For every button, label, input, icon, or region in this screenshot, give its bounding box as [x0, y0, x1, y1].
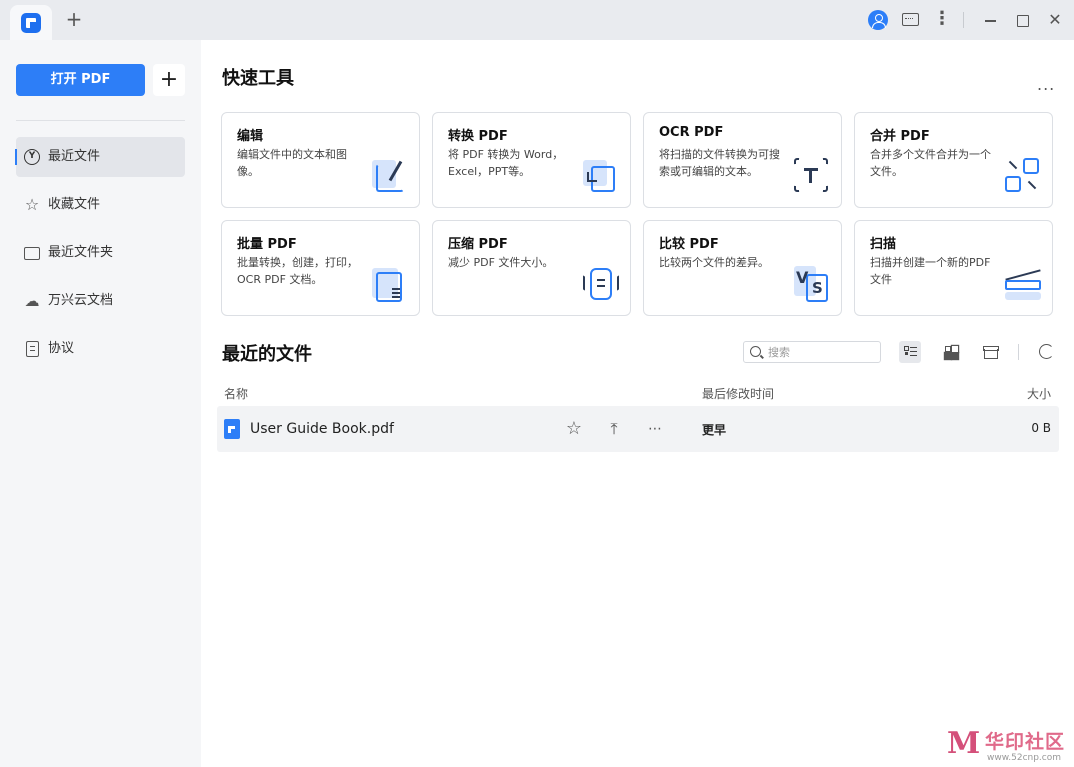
grid-view-icon[interactable] [940, 341, 962, 363]
tool-card-title: 批量 PDF [237, 237, 297, 252]
sidebar-item-recent-folders[interactable]: 最近文件夹 [16, 233, 185, 273]
tool-card-title: 合并 PDF [870, 129, 930, 144]
more-vertical-icon[interactable]: ⋮ [932, 10, 952, 30]
merge-icon [1005, 158, 1041, 194]
compare-icon: V S [794, 266, 830, 302]
sidebar-item-label: 万兴云文档 [48, 293, 114, 308]
search-icon [750, 346, 761, 357]
batch-icon [372, 266, 408, 302]
tool-card-description: 编辑文件中的文本和图像。 [237, 148, 347, 178]
tool-card-description: 扫描并创建一个新的PDF 文件 [870, 256, 991, 286]
tool-card-description: 将 PDF 转换为 Word，Excel，PPT等。 [448, 148, 564, 178]
tool-card-title: 扫描 [870, 237, 897, 252]
folder-icon [24, 247, 40, 260]
tool-card-ocr[interactable]: OCR PDF 将扫描的文件转换为可搜索或可编辑的文本。 [643, 112, 842, 208]
sidebar-item-label: 最近文件 [48, 149, 101, 164]
sidebar-item-cloud-docs[interactable]: ☁ 万兴云文档 [16, 281, 185, 321]
tool-card-description: 将扫描的文件转换为可搜索或可编辑的文本。 [659, 148, 780, 178]
watermark: M 华印社区 www.52cnp.com [945, 725, 1070, 765]
sidebar-item-label: 最近文件夹 [48, 245, 114, 260]
title-bar: + ⋮ ✕ [0, 0, 1074, 40]
sidebar: 打开 PDF + Y 最近文件 ☆ 收藏文件 最近文件夹 ☁ 万兴云文档 协议 [0, 40, 201, 767]
compress-icon [583, 266, 619, 302]
pin-to-top-icon[interactable]: ⤒ [604, 419, 624, 439]
minimize-icon[interactable] [980, 10, 1000, 30]
cloud-icon: ☁ [24, 292, 40, 310]
pdf-file-icon [224, 419, 240, 439]
account-icon[interactable] [868, 10, 888, 30]
tool-card-title: 比较 PDF [659, 237, 719, 252]
home-tab[interactable] [10, 5, 52, 40]
trash-icon[interactable] [979, 341, 1001, 363]
table-row[interactable]: User Guide Book.pdf ☆ ⤒ ⋯ 更早 0 B [217, 406, 1059, 452]
tool-card-description: 批量转换，创建，打印，OCR PDF 文档。 [237, 256, 358, 286]
watermark-text: 华印社区 [985, 731, 1066, 753]
edit-icon [372, 158, 408, 194]
tool-card-description: 减少 PDF 文件大小。 [448, 256, 554, 269]
tool-card-title: 编辑 [237, 129, 264, 144]
file-size: 0 B [1031, 421, 1051, 435]
sidebar-divider [16, 120, 185, 121]
file-modified: 更早 [702, 423, 727, 437]
new-tab-button[interactable]: + [64, 9, 84, 29]
sidebar-item-label: 收藏文件 [48, 197, 101, 212]
create-new-button[interactable]: + [153, 64, 185, 96]
search-box[interactable] [743, 341, 881, 363]
tool-card-title: 压缩 PDF [448, 237, 508, 252]
refresh-icon[interactable] [1039, 344, 1054, 359]
document-icon [26, 341, 39, 357]
watermark-url: www.52cnp.com [987, 753, 1062, 763]
toolbar-divider [1018, 344, 1019, 360]
file-name: User Guide Book.pdf [250, 421, 394, 437]
ocr-icon [792, 156, 830, 194]
app-logo-icon [21, 13, 41, 33]
tool-card-edit[interactable]: 编辑 编辑文件中的文本和图像。 [221, 112, 420, 208]
scanner-icon [1005, 266, 1041, 302]
tool-card-compress[interactable]: 压缩 PDF 减少 PDF 文件大小。 [432, 220, 631, 316]
column-header-size[interactable]: 大小 [1027, 385, 1051, 402]
sidebar-item-label: 协议 [48, 341, 75, 356]
clock-icon: Y [24, 149, 40, 165]
more-horizontal-icon[interactable]: ⋯ [645, 419, 665, 439]
open-pdf-button[interactable]: 打开 PDF [16, 64, 145, 96]
maximize-icon[interactable] [1012, 10, 1032, 30]
star-icon[interactable]: ☆ [564, 419, 584, 439]
tool-card-description: 合并多个文件合并为一个文件。 [870, 148, 991, 178]
star-icon: ☆ [24, 195, 40, 214]
quick-tools-title: 快速工具 [222, 68, 294, 89]
watermark-logo-icon: M [947, 726, 981, 761]
tool-card-title: OCR PDF [659, 125, 724, 140]
column-header-name[interactable]: 名称 [224, 385, 248, 402]
convert-icon [583, 158, 619, 194]
tool-card-description: 比较两个文件的差异。 [659, 256, 769, 269]
feedback-icon[interactable] [900, 10, 920, 30]
tool-card-title: 转换 PDF [448, 129, 508, 144]
tool-card-batch[interactable]: 批量 PDF 批量转换，创建，打印，OCR PDF 文档。 [221, 220, 420, 316]
tool-card-scan[interactable]: 扫描 扫描并创建一个新的PDF 文件 [854, 220, 1053, 316]
titlebar-divider [963, 12, 964, 28]
sidebar-item-agreement[interactable]: 协议 [16, 329, 185, 369]
close-icon[interactable]: ✕ [1045, 10, 1065, 30]
tool-card-compare[interactable]: 比较 PDF 比较两个文件的差异。 V S [643, 220, 842, 316]
sidebar-item-starred-files[interactable]: ☆ 收藏文件 [16, 185, 185, 225]
tool-card-convert[interactable]: 转换 PDF 将 PDF 转换为 Word，Excel，PPT等。 [432, 112, 631, 208]
column-header-modified[interactable]: 最后修改时间 [702, 385, 774, 402]
tool-card-merge[interactable]: 合并 PDF 合并多个文件合并为一个文件。 [854, 112, 1053, 208]
search-input[interactable] [768, 344, 876, 360]
sidebar-item-recent-files[interactable]: Y 最近文件 [15, 137, 185, 177]
quick-tools-more-icon[interactable]: ... [1037, 75, 1055, 94]
recent-files-title: 最近的文件 [222, 344, 312, 365]
list-view-icon[interactable] [899, 341, 921, 363]
